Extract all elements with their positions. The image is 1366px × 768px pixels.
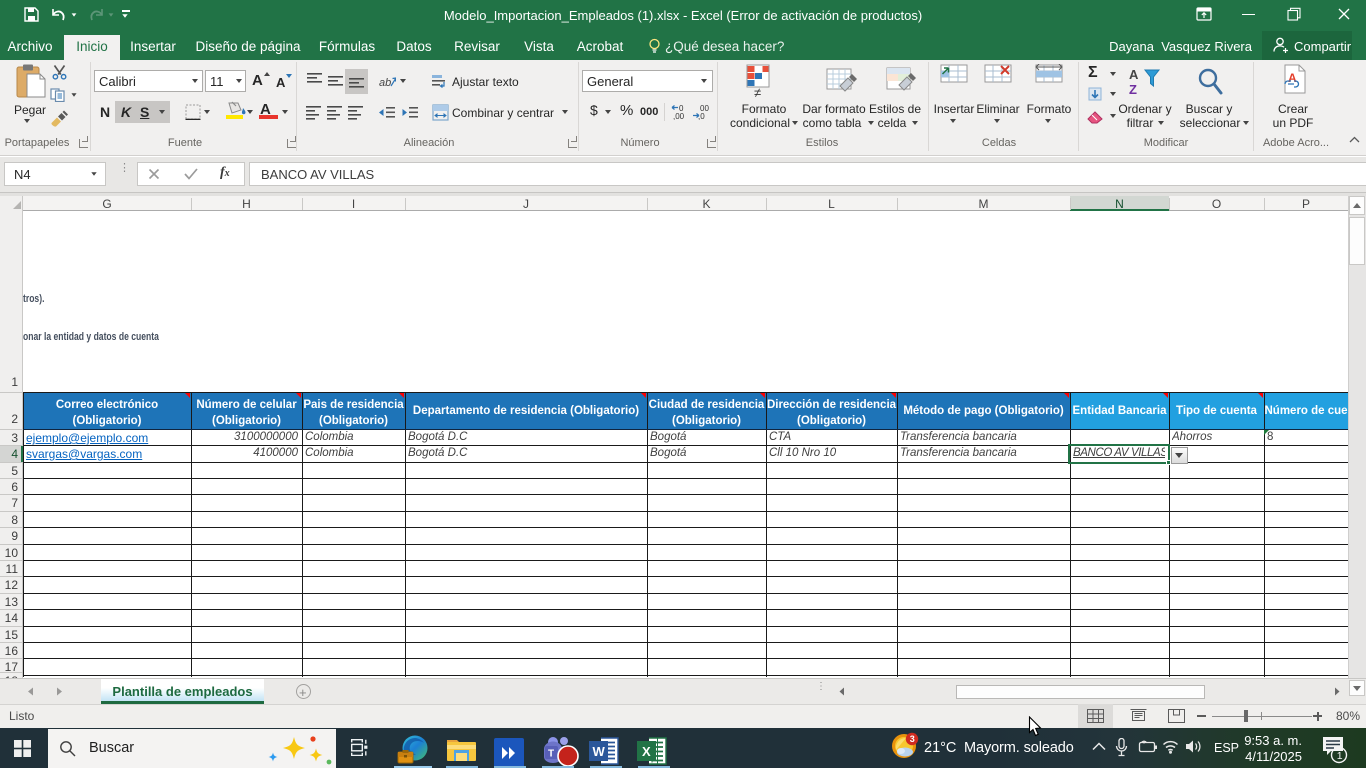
svg-text:Z: Z — [1129, 82, 1137, 97]
svg-text:W: W — [593, 744, 606, 759]
svg-text:A: A — [1129, 67, 1139, 82]
svg-text:A: A — [1288, 71, 1297, 85]
svg-text:X: X — [642, 744, 651, 759]
svg-text:3: 3 — [910, 734, 915, 744]
svg-text:T: T — [548, 749, 554, 760]
svg-text:≠: ≠ — [754, 85, 761, 98]
svg-text:,00: ,00 — [673, 112, 685, 121]
svg-text:,0: ,0 — [698, 112, 705, 121]
svg-text:1: 1 — [1337, 750, 1343, 762]
svg-text:ab: ab — [379, 77, 391, 89]
